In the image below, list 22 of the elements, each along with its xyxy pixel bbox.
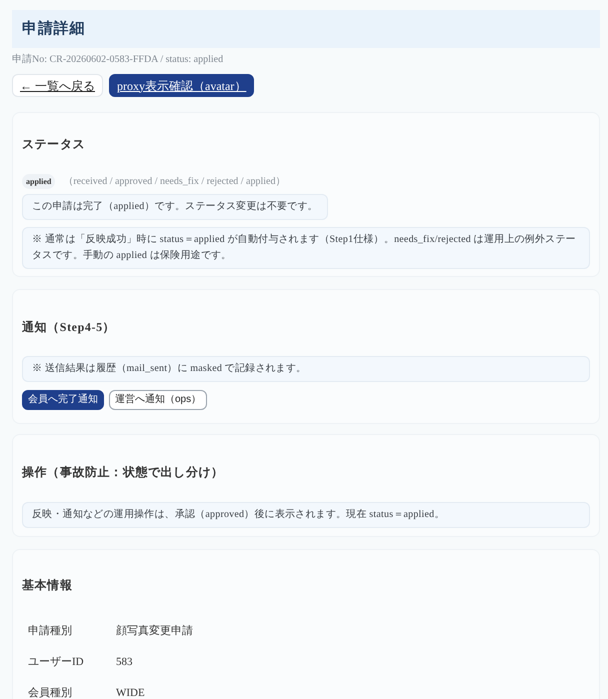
section-heading: ステータス xyxy=(22,136,86,153)
field-value: WIDE xyxy=(116,686,145,699)
field-label: 会員種別 xyxy=(28,686,73,699)
back-link-button[interactable]: ← 一覧へ戻る xyxy=(12,74,103,97)
section-heading: 基本情報 xyxy=(22,577,74,594)
info-note: ※ 送信結果は履歴（mail_sent）に masked で記録されます。 xyxy=(22,356,590,382)
info-note: この申請は完了（applied）です。ステータス変更は不要です。 xyxy=(22,194,328,220)
info-note: ※ 通常は「反映成功」時に status＝applied が自動付与されます（Step1仕様）。needs_fix/rejected は運用上の例外ステータスです。手動の applied は保険用途です。 xyxy=(22,227,590,269)
status-badge: applied xyxy=(22,174,56,189)
field-value: 583 xyxy=(116,655,132,669)
member-notify-button[interactable]: 会員へ完了通知 xyxy=(22,390,104,410)
field-label: 申請種別 xyxy=(28,624,73,638)
status-options: （received / approved / needs_fix / rejected / applied） xyxy=(63,174,286,188)
field-value: 顔写真変更申請 xyxy=(116,624,193,638)
ops-notify-button[interactable]: 運営へ通知（ops） xyxy=(109,390,208,410)
section-heading: 操作（事故防止：状態で出し分け） xyxy=(22,464,225,481)
request-meta: 申請No: CR-20260602-0583-FFDA / status: applied xyxy=(12,53,224,67)
section-heading: 通知（Step4-5） xyxy=(22,319,116,336)
page-title: 申請詳細 xyxy=(22,19,85,39)
field-label: ユーザーID xyxy=(28,655,85,669)
info-note: 反映・通知などの運用操作は、承認（approved）後に表示されます。現在 status＝applied。 xyxy=(22,502,590,528)
proxy-preview-button[interactable]: proxy表示確認（avatar） xyxy=(109,74,254,97)
